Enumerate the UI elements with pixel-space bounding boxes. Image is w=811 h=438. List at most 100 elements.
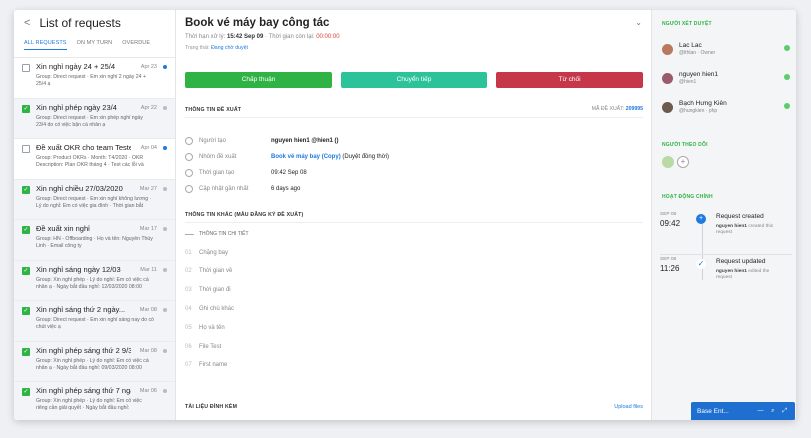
item-description: Group: HN - Offboarding · Họ và tên: Ngu…: [36, 236, 153, 249]
approver-text: nguyen hien1 @hien1: [679, 71, 718, 85]
request-title: Book vé máy bay công tác: [185, 17, 330, 29]
detail-subtitle-text: THÔNG TIN CHI TIẾT: [199, 231, 249, 237]
status-dot-icon: [163, 105, 167, 110]
base-enterprise-widget[interactable]: Base Ent... — ⌕ ⤢: [691, 402, 795, 420]
status-dot-icon: [163, 267, 167, 272]
sidebar-right: NGƯỜI XÉT DUYỆT Lac Lac @lthlan · Owner …: [651, 10, 796, 420]
item-description: Group: Product OKRs · Month: T4/2020 · O…: [36, 155, 144, 168]
list-item[interactable]: ✓ Xin nghỉ phép sáng thứ 2 9/3 Mar 08 Gr…: [14, 341, 175, 382]
activity-desc: nguyen hien1 created this request: [716, 224, 786, 236]
other-field-row: 02 Thời gian về: [185, 268, 232, 274]
status-dot-icon: [163, 308, 167, 312]
list-item[interactable]: Đề xuất OKR cho team Tester... Apr 04 Gr…: [14, 139, 175, 180]
unread-dot-icon: [163, 65, 167, 69]
other-field-row: 05 Họ và tên: [185, 325, 225, 331]
status-dot-icon: [163, 348, 167, 353]
forward-button[interactable]: Chuyển tiếp: [341, 72, 487, 88]
field-creator: Người tạo nguyen hien1 @hien1 (): [185, 136, 339, 146]
field-label: Người tạo: [199, 138, 226, 144]
add-follower-icon[interactable]: +: [677, 156, 689, 168]
request-list-panel: < List of requests ALL REQUESTS ON MY TU…: [14, 10, 176, 420]
item-checkbox[interactable]: ✓: [22, 347, 30, 356]
item-date: Mar 27: [139, 185, 157, 192]
item-date: Apr 23: [140, 64, 157, 70]
item-checkbox[interactable]: [22, 145, 30, 153]
row-label: Chặng bay: [199, 250, 229, 256]
approver-item[interactable]: Lac Lac @lthlan · Owner: [662, 42, 790, 56]
activity-title-text: Request updated: [716, 258, 766, 265]
widget-controls-icon[interactable]: — ⌕ ⤢: [758, 408, 791, 415]
tab-on-my-turn[interactable]: ON MY TURN: [77, 40, 113, 50]
list-item[interactable]: Xin nghỉ ngày 24 + 25/4 Apr 23 Group: Di…: [14, 58, 175, 99]
activity-time: 09:42: [660, 219, 681, 228]
item-checkbox[interactable]: ✓: [22, 388, 30, 396]
tab-all-requests[interactable]: ALL REQUESTS: [24, 40, 67, 50]
deadline-line: Thời hạn xử lý: 15:42 Sep 09 · Thời gian…: [185, 34, 340, 40]
approver-text: Lac Lac @lthlan · Owner: [679, 42, 715, 56]
activity-user: nguyen hien1: [716, 269, 747, 274]
group-link[interactable]: Book vé máy bay (Copy): [271, 154, 341, 160]
approve-button[interactable]: Chấp thuận: [185, 72, 332, 88]
attachments-title: TÀI LIỆU ĐÍNH KÈM: [185, 404, 238, 410]
row-label: File Test: [199, 344, 222, 350]
item-checkbox[interactable]: [22, 64, 30, 72]
approver-item[interactable]: Bạch Hưng Kiên @hungkien · php: [662, 100, 790, 114]
item-checkbox[interactable]: ✓: [22, 185, 30, 194]
status-dot-icon: [163, 389, 167, 393]
row-number: 06: [185, 344, 192, 350]
avatar: [662, 43, 673, 55]
list-item[interactable]: ✓ Xin nghỉ chiều 27/03/2020 Mar 27 Group…: [14, 179, 175, 220]
folder-icon: [185, 153, 193, 161]
list-item[interactable]: ✓ Xin nghỉ sáng ngày 12/03 Mar 11 Group:…: [14, 260, 175, 301]
item-description: Group: Xin nghỉ phép · Lý do nghỉ: Em có…: [36, 398, 142, 411]
plus-circle-icon: +: [696, 214, 706, 224]
approver-name: nguyen hien1: [679, 71, 719, 78]
activity-time: 11:26: [660, 264, 680, 273]
calendar-icon: [185, 169, 193, 177]
follower-avatar[interactable]: [662, 156, 674, 168]
list-item[interactable]: ✓ Xin nghỉ phép ngày 23/4 Apr 22 Group: …: [14, 98, 175, 139]
other-field-row: 07 First name: [185, 362, 227, 368]
item-checkbox[interactable]: ✓: [22, 307, 30, 315]
field-label: Thời gian tạo: [199, 170, 235, 176]
avatar: [662, 72, 673, 84]
tab-overdue[interactable]: OVERDUE: [122, 40, 150, 50]
request-code: MÃ ĐỀ XUẤT: 209995: [592, 106, 643, 112]
remaining-label: · Thời gian còn lại:: [265, 34, 315, 40]
request-tabs: ALL REQUESTS ON MY TURN OVERDUE: [24, 40, 165, 50]
online-status-icon: [784, 74, 790, 80]
item-checkbox[interactable]: ✓: [22, 266, 30, 275]
item-title: Đề xuất OKR cho team Tester...: [36, 143, 131, 152]
request-list-header: < List of requests ALL REQUESTS ON MY TU…: [14, 10, 175, 58]
approver-text: Bạch Hưng Kiên @hungkien · php: [679, 100, 727, 114]
online-status-icon: [784, 45, 790, 51]
user-icon: [185, 137, 193, 145]
activity-desc: nguyen hien1 edited the request: [716, 269, 786, 281]
row-number: 04: [185, 306, 192, 312]
item-description: Group: Direct request · Em xin nghỉ sáng…: [36, 317, 154, 330]
list-item[interactable]: ✓ Xin nghỉ phép sáng thứ 7 ngày... Mar 0…: [14, 382, 175, 420]
chevron-down-icon[interactable]: ⌄: [635, 18, 642, 27]
other-section-title: THÔNG TIN KHÁC (MẪU ĐĂNG KÝ ĐỀ XUẤT): [185, 212, 304, 218]
row-number: 05: [185, 325, 192, 331]
deadline-value: 15:42 Sep 09: [226, 34, 264, 40]
list-item[interactable]: ✓ Xin nghỉ sáng thứ 2 ngày... Mar 08 Gro…: [14, 301, 175, 342]
item-title: Xin nghỉ sáng thứ 2 ngày...: [36, 305, 126, 314]
check-icon: ✓: [696, 259, 706, 269]
approver-role: @hungkien · php: [679, 108, 718, 114]
item-date: Mar 17: [139, 226, 157, 232]
back-arrow-icon[interactable]: <: [24, 17, 30, 29]
item-title: Xin nghỉ phép sáng thứ 2 9/3: [36, 345, 131, 355]
item-checkbox[interactable]: ✓: [22, 226, 30, 234]
reject-button[interactable]: Từ chối: [496, 72, 643, 88]
dash-icon: [185, 233, 194, 235]
item-checkbox[interactable]: ✓: [22, 104, 30, 113]
field-value: Book vé máy bay (Copy) (Duyệt đồng thời): [271, 154, 389, 160]
approver-item[interactable]: nguyen hien1 @hien1: [662, 71, 790, 85]
upload-files-link[interactable]: Upload files: [614, 404, 643, 410]
list-item[interactable]: ✓ Đề xuất xin nghỉ Mar 17 Group: HN - Of…: [14, 220, 175, 261]
row-number: 03: [185, 287, 192, 293]
divider: [185, 222, 643, 223]
item-title: Xin nghỉ phép sáng thứ 7 ngày...: [36, 386, 131, 395]
list-title: List of requests: [39, 16, 121, 30]
